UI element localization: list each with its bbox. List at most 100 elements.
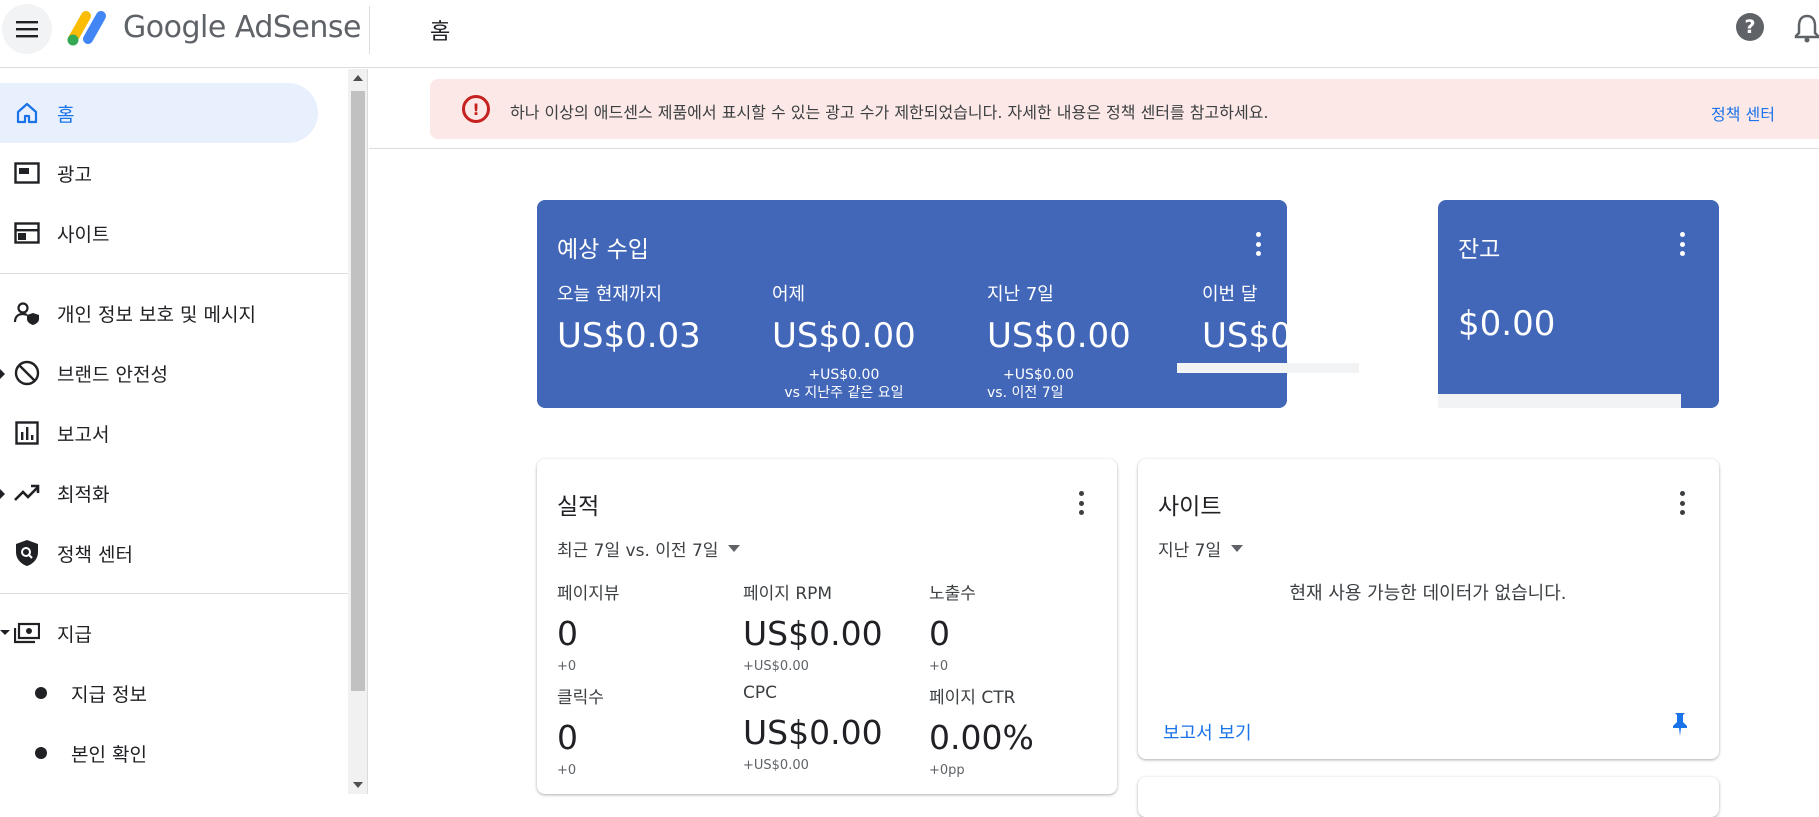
earnings-this-month: 이번 달 US$0.03 [1202,280,1346,356]
metric-value: US$0.03 [1202,316,1346,356]
metric-value: 0 [929,614,950,653]
block-icon [13,359,41,387]
error-icon: ! [462,95,490,123]
more-vert-icon[interactable] [1679,232,1685,256]
delta-comparison: vs. 이전 7일 [987,385,1064,401]
sidebar-item-label: 정책 센터 [57,543,133,566]
metric-label: 클릭수 [557,688,604,708]
date-range-label: 지난 7일 [1158,541,1222,561]
sidebar-item-label: 지급 [57,623,92,646]
sidebar-item-ads[interactable]: 광고 [0,143,318,203]
top-app-bar: Google AdSense 홈 ? [0,0,1819,68]
metric-label: 이번 달 [1202,284,1258,305]
sidebar-item-privacy[interactable]: 개인 정보 보호 및 메시지 [0,283,318,343]
sidebar-item-sites[interactable]: 사이트 [0,203,318,263]
balance-value: $0.00 [1458,304,1556,344]
date-range-dropdown[interactable]: 최근 7일 vs. 이전 7일 [557,536,741,561]
payments-icon [13,619,41,647]
help-button[interactable]: ? [1736,13,1764,41]
earnings-last-7-days: 지난 7일 US$0.00 +US$0.00 vs. 이전 7일 [987,280,1131,402]
card-title: 실적 [557,494,600,520]
date-range-label: 최근 7일 vs. 이전 7일 [557,541,719,561]
reports-icon [13,419,41,447]
brand-product: AdSense [234,10,362,45]
more-vert-icon[interactable] [1679,491,1685,515]
metric-delta: +0 [929,659,949,674]
ads-icon [13,159,41,187]
sidebar-scrollbar[interactable] [348,69,368,794]
metric-impressions: 노출수 0 +0 [929,579,976,674]
scroll-down-arrow-icon[interactable] [353,782,363,788]
metric-label: 지난 7일 [987,284,1054,305]
policy-icon [13,539,41,567]
policy-center-link[interactable]: 정책 센터 [1711,101,1775,125]
month-progress-bar [1177,363,1359,373]
card-title: 사이트 [1158,494,1222,520]
nav-divider [0,593,348,594]
sidebar-item-optimization[interactable]: 최적화 [0,463,318,523]
sidebar-subitem-identity-verification[interactable]: 본인 확인 [0,723,318,783]
main-content: ! 하나 이상의 애드센스 제품에서 표시할 수 있는 광고 수가 제한되었습니… [369,69,1819,817]
alert-strip: ! 하나 이상의 애드센스 제품에서 표시할 수 있는 광고 수가 제한되었습니… [369,69,1819,149]
card-title: 잔고 [1458,237,1501,263]
metric-value: US$0.00 [987,316,1131,356]
metric-pageviews: 페이지뷰 0 +0 [557,579,620,674]
nav-divider [0,273,348,274]
sidebar-item-label: 개인 정보 보호 및 메시지 [57,303,256,326]
sidebar-subitem-label: 본인 확인 [71,743,147,766]
sidebar-nav: 홈 광고 사이트 개인 정보 보호 및 메시지 브랜드 안전성 보고서 최적화 … [0,69,348,794]
metric-label: CPC [743,683,777,703]
metric-label: 페이지 RPM [743,584,833,604]
sidebar-item-label: 최적화 [57,483,110,506]
sites-card: 사이트 지난 7일 현재 사용 가능한 데이터가 없습니다. 보고서 보기 [1138,459,1719,759]
more-vert-icon[interactable] [1078,491,1084,515]
metric-label: 어제 [772,284,806,305]
empty-state-message: 현재 사용 가능한 데이터가 없습니다. [1289,583,1567,604]
metric-value: US$0.03 [557,316,701,356]
sidebar-item-brand-safety[interactable]: 브랜드 안전성 [0,343,318,403]
product-brand[interactable]: Google AdSense [123,10,361,45]
sidebar-subitem-payment-info[interactable]: 지급 정보 [0,663,318,723]
metric-page-rpm: 페이지 RPM US$0.00 +US$0.00 [743,579,883,674]
metric-delta: +0 [557,763,577,778]
date-range-dropdown[interactable]: 지난 7일 [1158,536,1244,561]
help-icon: ? [1744,16,1756,38]
metric-delta: +0 [557,659,577,674]
metric-label: 노출수 [929,584,976,604]
metric-value: 0 [557,718,578,757]
sidebar-subitem-label: 지급 정보 [71,683,147,706]
hamburger-menu-icon [16,21,38,38]
metric-value: 0 [557,614,578,653]
metric-delta: +US$0.00 [743,659,809,674]
sidebar-item-reports[interactable]: 보고서 [0,403,318,463]
main-menu-button[interactable] [2,4,52,54]
arrow-drop-down-icon [1231,545,1244,552]
estimated-earnings-card: 예상 수입 오늘 현재까지 US$0.03 어제 US$0.00 +US$0.0… [537,200,1359,408]
arrow-drop-down-icon [728,545,741,552]
bullet-icon [35,687,47,699]
pin-icon[interactable] [1668,711,1692,737]
sidebar-item-label: 홈 [57,103,75,126]
sidebar-item-policy-center[interactable]: 정책 센터 [0,523,318,583]
performance-card: 실적 최근 7일 vs. 이전 7일 페이지뷰 0 +0 페이지 RPM US$… [537,459,1117,794]
alert-message: 하나 이상의 애드센스 제품에서 표시할 수 있는 광고 수가 제한되었습니다.… [510,103,1269,122]
balance-progress-bar [1438,394,1681,408]
scroll-up-arrow-icon[interactable] [353,75,363,81]
metric-cpc: CPC US$0.00 +US$0.00 [743,683,883,773]
earnings-today: 오늘 현재까지 US$0.03 [557,280,701,356]
sidebar-item-payments[interactable]: 지급 [0,603,318,663]
topbar-divider [369,6,370,54]
notifications-bell-icon[interactable] [1794,13,1819,43]
scroll-thumb[interactable] [351,91,365,691]
home-icon [13,99,41,127]
more-vert-icon[interactable] [1255,232,1261,256]
delta-comparison: vs 지난주 같은 요일 [784,385,904,401]
privacy-icon [13,299,41,327]
sidebar-item-label: 보고서 [57,423,110,446]
metric-value: US$0.00 [743,713,883,752]
metric-label: 오늘 현재까지 [557,284,663,305]
sidebar-item-label: 광고 [57,163,92,186]
view-report-link[interactable]: 보고서 보기 [1163,719,1252,745]
sidebar-item-home[interactable]: 홈 [0,83,318,143]
metric-label: 페이지뷰 [557,584,620,604]
